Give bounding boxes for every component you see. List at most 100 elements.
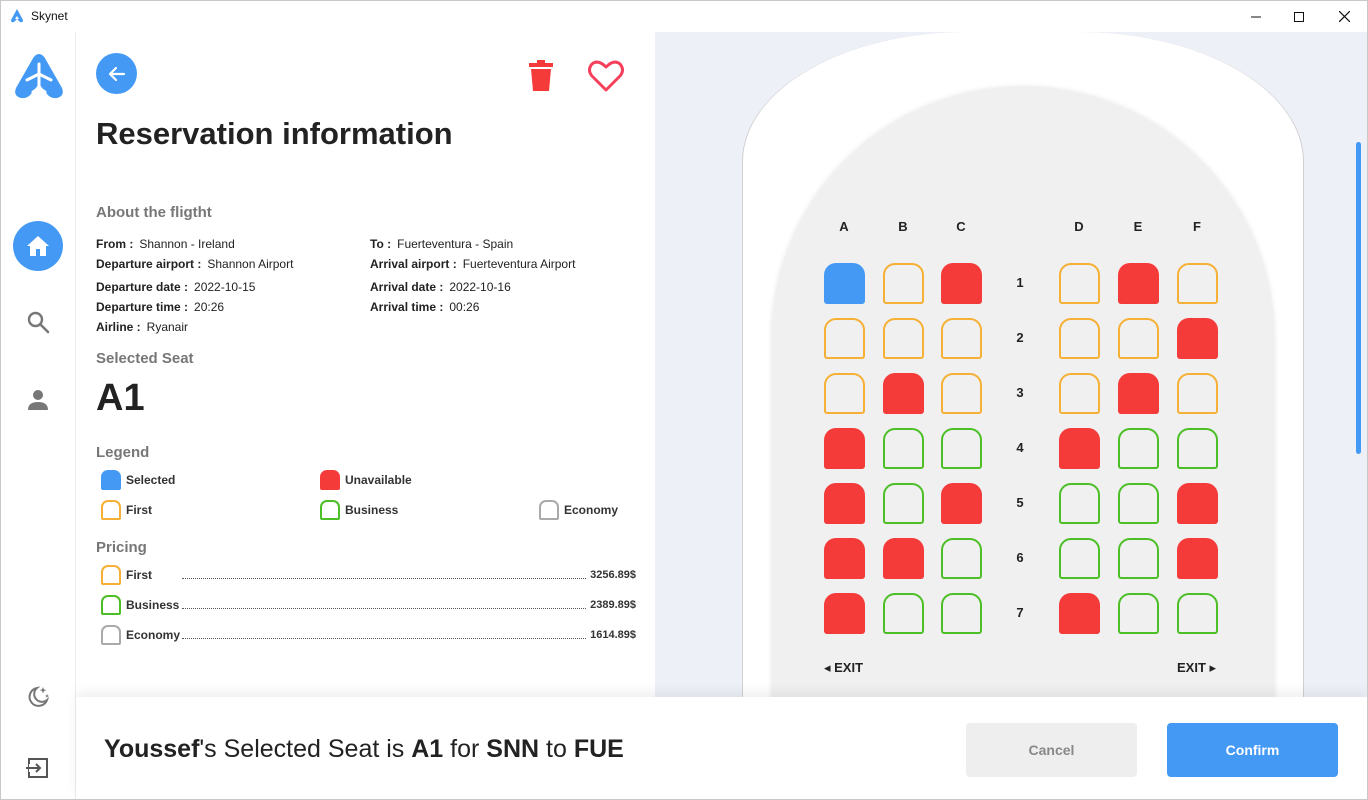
logout-button[interactable] bbox=[13, 743, 63, 793]
close-window-button[interactable] bbox=[1321, 1, 1367, 32]
nav-search-button[interactable] bbox=[13, 297, 63, 347]
legend-economy-swatch bbox=[539, 500, 559, 520]
app-icon bbox=[11, 9, 23, 23]
to-info: To : Fuerteventura - Spain bbox=[370, 237, 514, 251]
confirm-button[interactable]: Confirm bbox=[1167, 723, 1338, 777]
app-window: Skynet Reservation information About the… bbox=[0, 0, 1368, 800]
seat-e6[interactable] bbox=[1118, 538, 1159, 579]
plane-logo-icon bbox=[15, 54, 63, 99]
legend-business: Business bbox=[320, 500, 398, 520]
seat-e5[interactable] bbox=[1118, 483, 1159, 524]
seat-f6 bbox=[1177, 538, 1218, 579]
selection-summary: Youssef's Selected Seat is A1 for SNN to… bbox=[104, 735, 624, 763]
seat-d5[interactable] bbox=[1059, 483, 1100, 524]
legend-first-swatch bbox=[101, 500, 121, 520]
delete-button[interactable] bbox=[523, 58, 559, 94]
selected-seat-title: Selected Seat bbox=[96, 350, 194, 367]
seat-f5 bbox=[1177, 483, 1218, 524]
column-header-a: A bbox=[839, 219, 849, 234]
seat-d2[interactable] bbox=[1059, 318, 1100, 359]
seat-c1 bbox=[941, 263, 982, 304]
minimize-icon bbox=[1251, 16, 1261, 17]
row-number-3: 3 bbox=[1016, 385, 1024, 400]
price-row-economy: Economy 1614.89$ bbox=[101, 625, 636, 645]
close-icon bbox=[1338, 11, 1350, 22]
home-icon bbox=[27, 236, 49, 256]
seat-map-panel: A B C D E F 1 2 3 4 5 6 7 ◂ EXIT EXIT ▸ bbox=[655, 32, 1367, 697]
legend-unavailable-swatch bbox=[320, 470, 340, 490]
window-title: Skynet bbox=[31, 9, 68, 23]
seat-f1[interactable] bbox=[1177, 263, 1218, 304]
column-header-d: D bbox=[1074, 219, 1084, 234]
seat-e2[interactable] bbox=[1118, 318, 1159, 359]
seat-e7[interactable] bbox=[1118, 593, 1159, 634]
scrollbar[interactable] bbox=[1356, 142, 1361, 454]
seat-b2[interactable] bbox=[883, 318, 924, 359]
legend-selected: Selected bbox=[101, 470, 175, 490]
exit-right-label: EXIT ▸ bbox=[1177, 660, 1217, 675]
cancel-button[interactable]: Cancel bbox=[966, 723, 1137, 777]
seat-b6 bbox=[883, 538, 924, 579]
seat-a2[interactable] bbox=[824, 318, 865, 359]
seat-b5[interactable] bbox=[883, 483, 924, 524]
seat-b1[interactable] bbox=[883, 263, 924, 304]
row-number-6: 6 bbox=[1016, 550, 1024, 565]
seat-f3[interactable] bbox=[1177, 373, 1218, 414]
seat-a1[interactable] bbox=[824, 263, 865, 304]
seat-c4[interactable] bbox=[941, 428, 982, 469]
departure-time-info: Departure time :20:26 bbox=[96, 300, 225, 314]
seat-f2 bbox=[1177, 318, 1218, 359]
favorite-button[interactable] bbox=[586, 58, 626, 94]
seat-b3 bbox=[883, 373, 924, 414]
seat-d3[interactable] bbox=[1059, 373, 1100, 414]
heart-icon bbox=[588, 60, 624, 92]
back-button[interactable] bbox=[96, 53, 137, 94]
price-row-first: First 3256.89$ bbox=[101, 565, 636, 585]
theme-toggle-button[interactable] bbox=[13, 672, 63, 722]
user-icon bbox=[28, 390, 48, 410]
nav-home-button[interactable] bbox=[13, 221, 63, 271]
logout-icon bbox=[26, 758, 48, 778]
row-number-5: 5 bbox=[1016, 495, 1024, 510]
maximize-button[interactable] bbox=[1276, 1, 1322, 32]
seat-a4 bbox=[824, 428, 865, 469]
back-arrow-icon bbox=[108, 66, 125, 81]
title-bar: Skynet bbox=[1, 1, 1367, 32]
nav-profile-button[interactable] bbox=[13, 375, 63, 425]
from-info: From : Shannon - Ireland bbox=[96, 237, 235, 251]
seat-d6[interactable] bbox=[1059, 538, 1100, 579]
seat-b4[interactable] bbox=[883, 428, 924, 469]
seat-d7 bbox=[1059, 593, 1100, 634]
moon-icon bbox=[28, 686, 50, 707]
legend-business-swatch bbox=[320, 500, 340, 520]
departure-airport-info: Departure airport : Shannon Airport bbox=[96, 257, 294, 271]
column-header-c: C bbox=[956, 219, 966, 234]
seat-e4[interactable] bbox=[1118, 428, 1159, 469]
seat-d1[interactable] bbox=[1059, 263, 1100, 304]
seat-b7[interactable] bbox=[883, 593, 924, 634]
seat-c6[interactable] bbox=[941, 538, 982, 579]
seat-c2[interactable] bbox=[941, 318, 982, 359]
seat-a6 bbox=[824, 538, 865, 579]
trash-icon bbox=[529, 60, 553, 91]
flight-section-title: About the fligtht bbox=[96, 204, 212, 221]
reservation-panel: Reservation information About the fligth… bbox=[76, 32, 655, 697]
legend-unavailable: Unavailable bbox=[320, 470, 412, 490]
minimize-button[interactable] bbox=[1233, 1, 1279, 32]
exit-left-label: ◂ EXIT bbox=[824, 660, 864, 675]
seat-a3[interactable] bbox=[824, 373, 865, 414]
column-header-f: F bbox=[1193, 219, 1201, 234]
seat-c7[interactable] bbox=[941, 593, 982, 634]
seat-c3[interactable] bbox=[941, 373, 982, 414]
seat-f4[interactable] bbox=[1177, 428, 1218, 469]
seat-f7[interactable] bbox=[1177, 593, 1218, 634]
seat-a5 bbox=[824, 483, 865, 524]
price-row-business: Business 2389.89$ bbox=[101, 595, 636, 615]
legend-selected-swatch bbox=[101, 470, 121, 490]
seat-d4 bbox=[1059, 428, 1100, 469]
seat-e3 bbox=[1118, 373, 1159, 414]
arrival-time-info: Arrival time :00:26 bbox=[370, 300, 480, 314]
seat-a7 bbox=[824, 593, 865, 634]
maximize-icon bbox=[1294, 11, 1304, 22]
selected-seat-value: A1 bbox=[96, 377, 145, 419]
